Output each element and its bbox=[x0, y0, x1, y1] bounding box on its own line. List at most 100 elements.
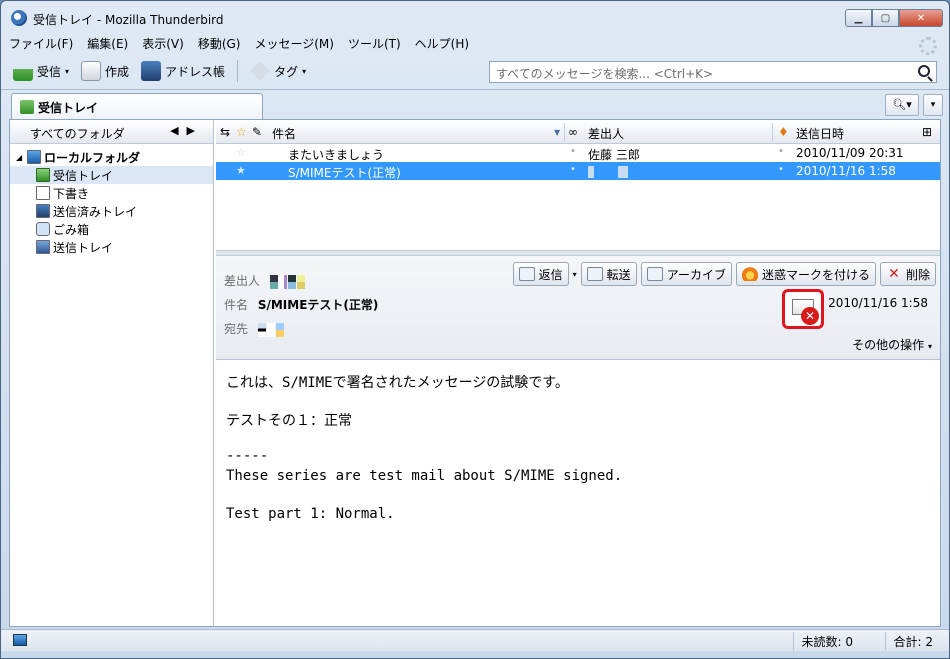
message-list: ⇆ ☆ ✎ 件名 ▼ ∞ 差出人 ♦ 送信日時 ⊞ ☆ またいきましょう • 佐… bbox=[216, 120, 940, 250]
column-separator bbox=[772, 123, 773, 141]
redacted-recipient bbox=[257, 322, 266, 337]
folder-drafts-label: 下書き bbox=[53, 186, 90, 201]
search-input[interactable]: すべてのメッセージを検索... <Ctrl+K> bbox=[489, 61, 937, 83]
message-row[interactable]: ☆ またいきましょう • 佐藤 三郎 • 2010/11/09 20:31 bbox=[216, 144, 940, 162]
folder-trash-label: ごみ箱 bbox=[53, 222, 90, 237]
window-title: 受信トレイ - Mozilla Thunderbird bbox=[33, 13, 224, 27]
error-x-icon: ✕ bbox=[801, 307, 819, 325]
column-separator bbox=[564, 123, 565, 141]
junk-button[interactable]: 迷惑マークを付ける bbox=[735, 262, 876, 286]
tab-list-dropdown-icon[interactable]: ▾ bbox=[923, 94, 943, 116]
get-mail-dropdown-icon[interactable]: ▾ bbox=[65, 67, 69, 76]
body-line: ----- bbox=[226, 448, 269, 464]
folder-inbox-label: 受信トレイ bbox=[53, 168, 114, 183]
column-subject[interactable]: 件名 bbox=[272, 125, 296, 142]
thread-column-icon[interactable]: ⇆ bbox=[220, 125, 230, 139]
from-row: 差出人 bbox=[224, 272, 306, 289]
subject-row: 件名 S/MIMEテスト(正常) bbox=[224, 296, 378, 313]
compose-button[interactable]: 作成 bbox=[77, 59, 133, 83]
reply-dropdown-icon[interactable]: ▾ bbox=[573, 270, 577, 279]
message-row-selected[interactable]: ★ S/MIMEテスト(正常) • • 2010/11/16 1:58 bbox=[216, 162, 940, 180]
online-status-icon[interactable] bbox=[13, 634, 27, 646]
menu-file[interactable]: ファイル(F) bbox=[9, 33, 73, 55]
archive-icon bbox=[646, 267, 663, 281]
redacted-recipient bbox=[266, 322, 275, 337]
compose-label: 作成 bbox=[105, 64, 130, 79]
junk-label: 迷惑マークを付ける bbox=[761, 267, 870, 282]
get-mail-icon bbox=[13, 69, 33, 81]
smime-signature-invalid-icon[interactable]: ✕ bbox=[782, 289, 824, 329]
folder-inbox[interactable]: 受信トレイ bbox=[10, 166, 213, 184]
message-date: 2010/11/16 1:58 bbox=[796, 164, 896, 178]
menu-edit[interactable]: 編集(E) bbox=[87, 33, 128, 55]
drafts-icon bbox=[36, 186, 50, 200]
get-mail-button[interactable]: 受信 ▾ bbox=[9, 59, 73, 83]
folder-view-arrows-icon[interactable]: ◀▶ bbox=[170, 124, 203, 137]
forward-label: 転送 bbox=[606, 267, 631, 282]
inbox-tab-icon bbox=[20, 100, 34, 114]
read-status-icon[interactable]: • bbox=[570, 164, 576, 175]
menu-go[interactable]: 移動(G) bbox=[198, 33, 241, 55]
outbox-icon bbox=[36, 240, 50, 254]
read-status-icon[interactable]: • bbox=[570, 146, 576, 157]
minimize-button[interactable]: ▁ bbox=[845, 9, 872, 27]
column-date[interactable]: 送信日時 bbox=[796, 125, 844, 142]
folder-pane-header: すべてのフォルダ ◀▶ bbox=[10, 120, 213, 144]
junk-status-icon[interactable]: • bbox=[778, 146, 784, 157]
body-line: これは、S/MIMEで署名されたメッセージの試験です。 bbox=[226, 375, 569, 391]
message-sender: 佐藤 三郎 bbox=[588, 148, 640, 162]
forward-icon bbox=[586, 267, 603, 281]
menu-bar: ファイル(F) 編集(E) 表示(V) 移動(G) メッセージ(M) ツール(T… bbox=[9, 33, 469, 55]
folder-local[interactable]: ◢ ローカルフォルダ bbox=[10, 148, 213, 166]
redacted-block bbox=[588, 166, 594, 178]
star-column-icon[interactable]: ☆ bbox=[236, 125, 247, 139]
other-actions-label: その他の操作 bbox=[852, 338, 925, 352]
reply-button[interactable]: 返信 bbox=[512, 262, 569, 286]
folder-outbox[interactable]: 送信トレイ bbox=[10, 238, 213, 256]
archive-button[interactable]: アーカイブ bbox=[640, 262, 732, 286]
main-content: すべてのフォルダ ◀▶ ◢ ローカルフォルダ 受信トレイ 下書き 送信済みトレイ… bbox=[9, 119, 941, 627]
folder-sent[interactable]: 送信済みトレイ bbox=[10, 202, 213, 220]
attachment-column-icon[interactable]: ✎ bbox=[252, 125, 262, 139]
message-header: 差出人 件名 S/MIMEテスト(正常) 宛先 返信 ▾ 転送 アーカイブ 迷惑… bbox=[216, 256, 940, 360]
archive-label: アーカイブ bbox=[666, 267, 726, 282]
star-icon[interactable]: ☆ bbox=[236, 146, 246, 159]
menu-tools[interactable]: ツール(T) bbox=[348, 33, 401, 55]
get-mail-label: 受信 bbox=[37, 64, 62, 79]
other-actions-button[interactable]: その他の操作 ▾ bbox=[852, 336, 932, 353]
thunderbird-window: 受信トレイ - Mozilla Thunderbird ▁ ▢ ✕ ファイル(F… bbox=[0, 0, 950, 659]
folder-outbox-label: 送信トレイ bbox=[53, 240, 114, 255]
menu-help[interactable]: ヘルプ(H) bbox=[415, 33, 469, 55]
expand-icon[interactable]: ◢ bbox=[16, 153, 24, 162]
search-placeholder: すべてのメッセージを検索... <Ctrl+K> bbox=[496, 67, 714, 81]
column-sender[interactable]: 差出人 bbox=[588, 125, 624, 142]
quick-filter-button[interactable]: 🔍︎▾ bbox=[885, 94, 919, 116]
column-picker-icon[interactable]: ⊞ bbox=[922, 125, 932, 139]
tab-inbox[interactable]: 受信トレイ bbox=[11, 93, 263, 120]
menu-view[interactable]: 表示(V) bbox=[142, 33, 184, 55]
folder-trash[interactable]: ごみ箱 bbox=[10, 220, 213, 238]
message-date: 2010/11/09 20:31 bbox=[796, 146, 904, 160]
redacted-sender bbox=[287, 274, 296, 289]
close-button[interactable]: ✕ bbox=[899, 9, 943, 27]
search-icon[interactable] bbox=[918, 65, 930, 77]
trash-icon bbox=[36, 222, 50, 236]
toolbar-separator bbox=[237, 60, 239, 82]
delete-button[interactable]: ✕ 削除 bbox=[879, 262, 936, 286]
tab-inbox-label: 受信トレイ bbox=[38, 100, 99, 115]
menu-message[interactable]: メッセージ(M) bbox=[254, 33, 333, 55]
junk-column-icon[interactable]: ♦ bbox=[778, 125, 789, 139]
redacted-sender bbox=[296, 274, 305, 289]
status-bar: 未読数: 0 合計: 2 bbox=[1, 629, 949, 651]
to-row: 宛先 bbox=[224, 320, 285, 337]
forward-button[interactable]: 転送 bbox=[580, 262, 637, 286]
maximize-button[interactable]: ▢ bbox=[872, 9, 899, 27]
read-column-icon[interactable]: ∞ bbox=[568, 125, 578, 139]
tag-button[interactable]: タグ ▾ bbox=[246, 59, 310, 83]
folder-drafts[interactable]: 下書き bbox=[10, 184, 213, 202]
star-icon[interactable]: ★ bbox=[236, 164, 246, 177]
address-book-button[interactable]: アドレス帳 bbox=[137, 59, 229, 83]
subject-label: 件名 bbox=[224, 298, 249, 312]
tag-dropdown-icon: ▾ bbox=[302, 66, 307, 76]
junk-status-icon[interactable]: • bbox=[778, 164, 784, 175]
